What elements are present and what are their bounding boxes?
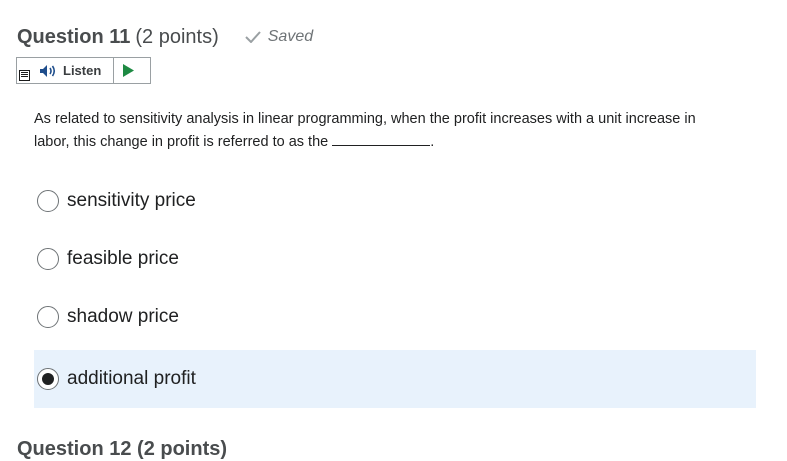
checkmark-icon bbox=[245, 31, 261, 43]
radio-button[interactable] bbox=[37, 306, 59, 328]
prompt-end: . bbox=[430, 134, 435, 150]
option-feasible-price[interactable]: feasible price bbox=[34, 230, 756, 288]
option-label[interactable]: feasible price bbox=[67, 248, 179, 270]
question-header: Question 11 (2 points) Saved bbox=[17, 25, 313, 49]
readspeaker-toolbar: Listen bbox=[16, 57, 151, 84]
listen-label: Listen bbox=[63, 63, 102, 78]
play-icon[interactable] bbox=[122, 64, 134, 77]
option-label[interactable]: shadow price bbox=[67, 306, 179, 328]
question-prompt: As related to sensitivity analysis in li… bbox=[34, 108, 734, 154]
option-shadow-price[interactable]: shadow price bbox=[34, 288, 756, 346]
menu-icon[interactable] bbox=[19, 70, 30, 81]
radio-button-selected[interactable] bbox=[37, 368, 59, 390]
radio-button[interactable] bbox=[37, 248, 59, 270]
saved-status: Saved bbox=[245, 28, 313, 46]
saved-label: Saved bbox=[267, 28, 314, 45]
question-title: Question 11 bbox=[17, 25, 131, 48]
option-additional-profit[interactable]: additional profit bbox=[34, 350, 756, 408]
answer-blank bbox=[332, 131, 431, 146]
listen-button[interactable]: Listen bbox=[39, 58, 114, 83]
option-sensitivity-price[interactable]: sensitivity price bbox=[34, 172, 756, 230]
radio-button[interactable] bbox=[37, 190, 59, 212]
radio-dot bbox=[42, 373, 54, 385]
next-question-title: Question 12 (2 points) bbox=[17, 438, 228, 460]
speaker-icon bbox=[40, 64, 56, 77]
option-label[interactable]: sensitivity price bbox=[67, 190, 196, 212]
option-label[interactable]: additional profit bbox=[67, 368, 196, 390]
question-points: (2 points) bbox=[135, 25, 219, 48]
